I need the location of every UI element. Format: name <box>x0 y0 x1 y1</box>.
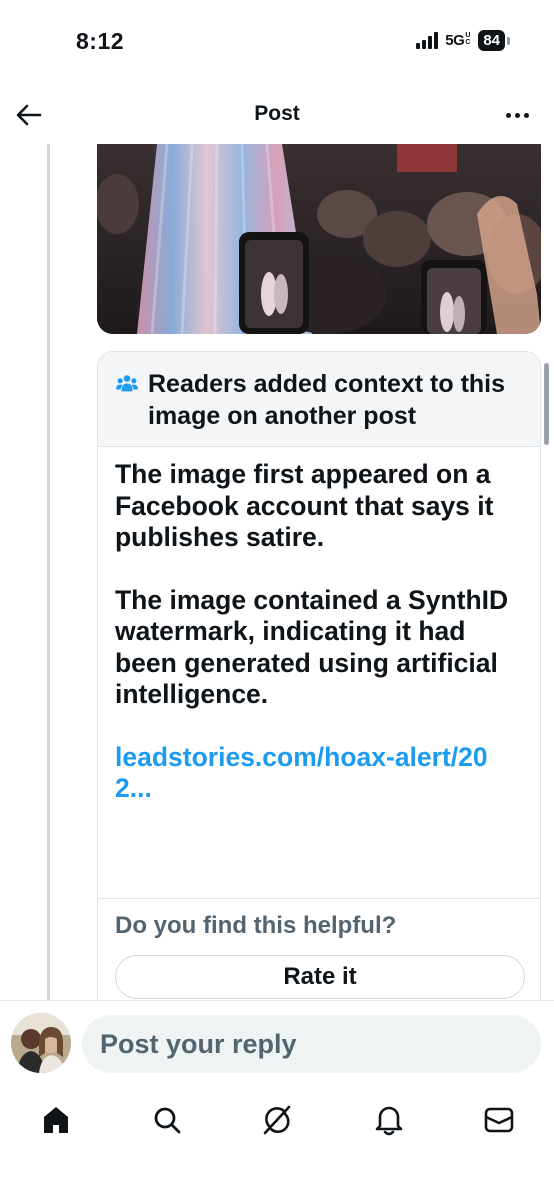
tab-home[interactable] <box>36 1100 76 1140</box>
battery-level: 84 <box>478 30 505 51</box>
scrollbar[interactable] <box>544 363 549 445</box>
page-title: Post <box>254 102 300 125</box>
network-label: 5G <box>445 32 465 49</box>
bottom-tab-bar <box>0 1085 554 1200</box>
thread-line <box>47 144 50 1000</box>
battery-icon: 84 <box>478 30 510 51</box>
reply-input[interactable]: Post your reply <box>82 1015 541 1073</box>
signal-icon <box>416 32 439 49</box>
avatar[interactable] <box>11 1013 71 1073</box>
network-indicator: 5G UC <box>445 32 471 49</box>
network-sub-label: UC <box>465 32 471 46</box>
note-body: The image first appeared on a Facebook a… <box>98 447 540 805</box>
status-indicators: 5G UC 84 <box>416 30 510 51</box>
tab-messages[interactable] <box>479 1100 519 1140</box>
tab-notifications[interactable] <box>369 1100 409 1140</box>
rate-it-button[interactable]: Rate it <box>115 955 525 999</box>
note-header: Readers added context to this image on a… <box>98 352 540 447</box>
top-bar: Post <box>0 88 554 144</box>
concert-photo <box>97 144 541 334</box>
post-image[interactable] <box>97 144 541 334</box>
mail-icon <box>484 1107 514 1133</box>
note-source-link[interactable]: leadstories.com/hoax-alert/202... <box>115 742 522 805</box>
community-note: Readers added context to this image on a… <box>97 351 541 1031</box>
reply-bar: Post your reply <box>0 1000 554 1085</box>
more-options-button[interactable] <box>500 100 534 130</box>
people-icon <box>116 375 138 392</box>
helpful-question: Do you find this helpful? <box>115 912 397 939</box>
note-divider <box>98 898 540 899</box>
note-paragraph-1: The image first appeared on a Facebook a… <box>115 459 494 552</box>
tab-grok[interactable] <box>257 1100 297 1140</box>
tab-search[interactable] <box>147 1100 187 1140</box>
bell-icon <box>375 1106 403 1136</box>
grok-icon <box>263 1105 291 1135</box>
status-time: 8:12 <box>76 28 125 54</box>
note-paragraph-2: The image contained a SynthID watermark,… <box>115 584 509 710</box>
status-bar: 8:12 5G UC 84 <box>0 0 554 88</box>
search-icon <box>154 1107 181 1134</box>
note-header-title: Readers added context to this image on a… <box>148 370 506 430</box>
home-icon <box>44 1107 68 1133</box>
more-horizontal-icon <box>505 112 511 118</box>
